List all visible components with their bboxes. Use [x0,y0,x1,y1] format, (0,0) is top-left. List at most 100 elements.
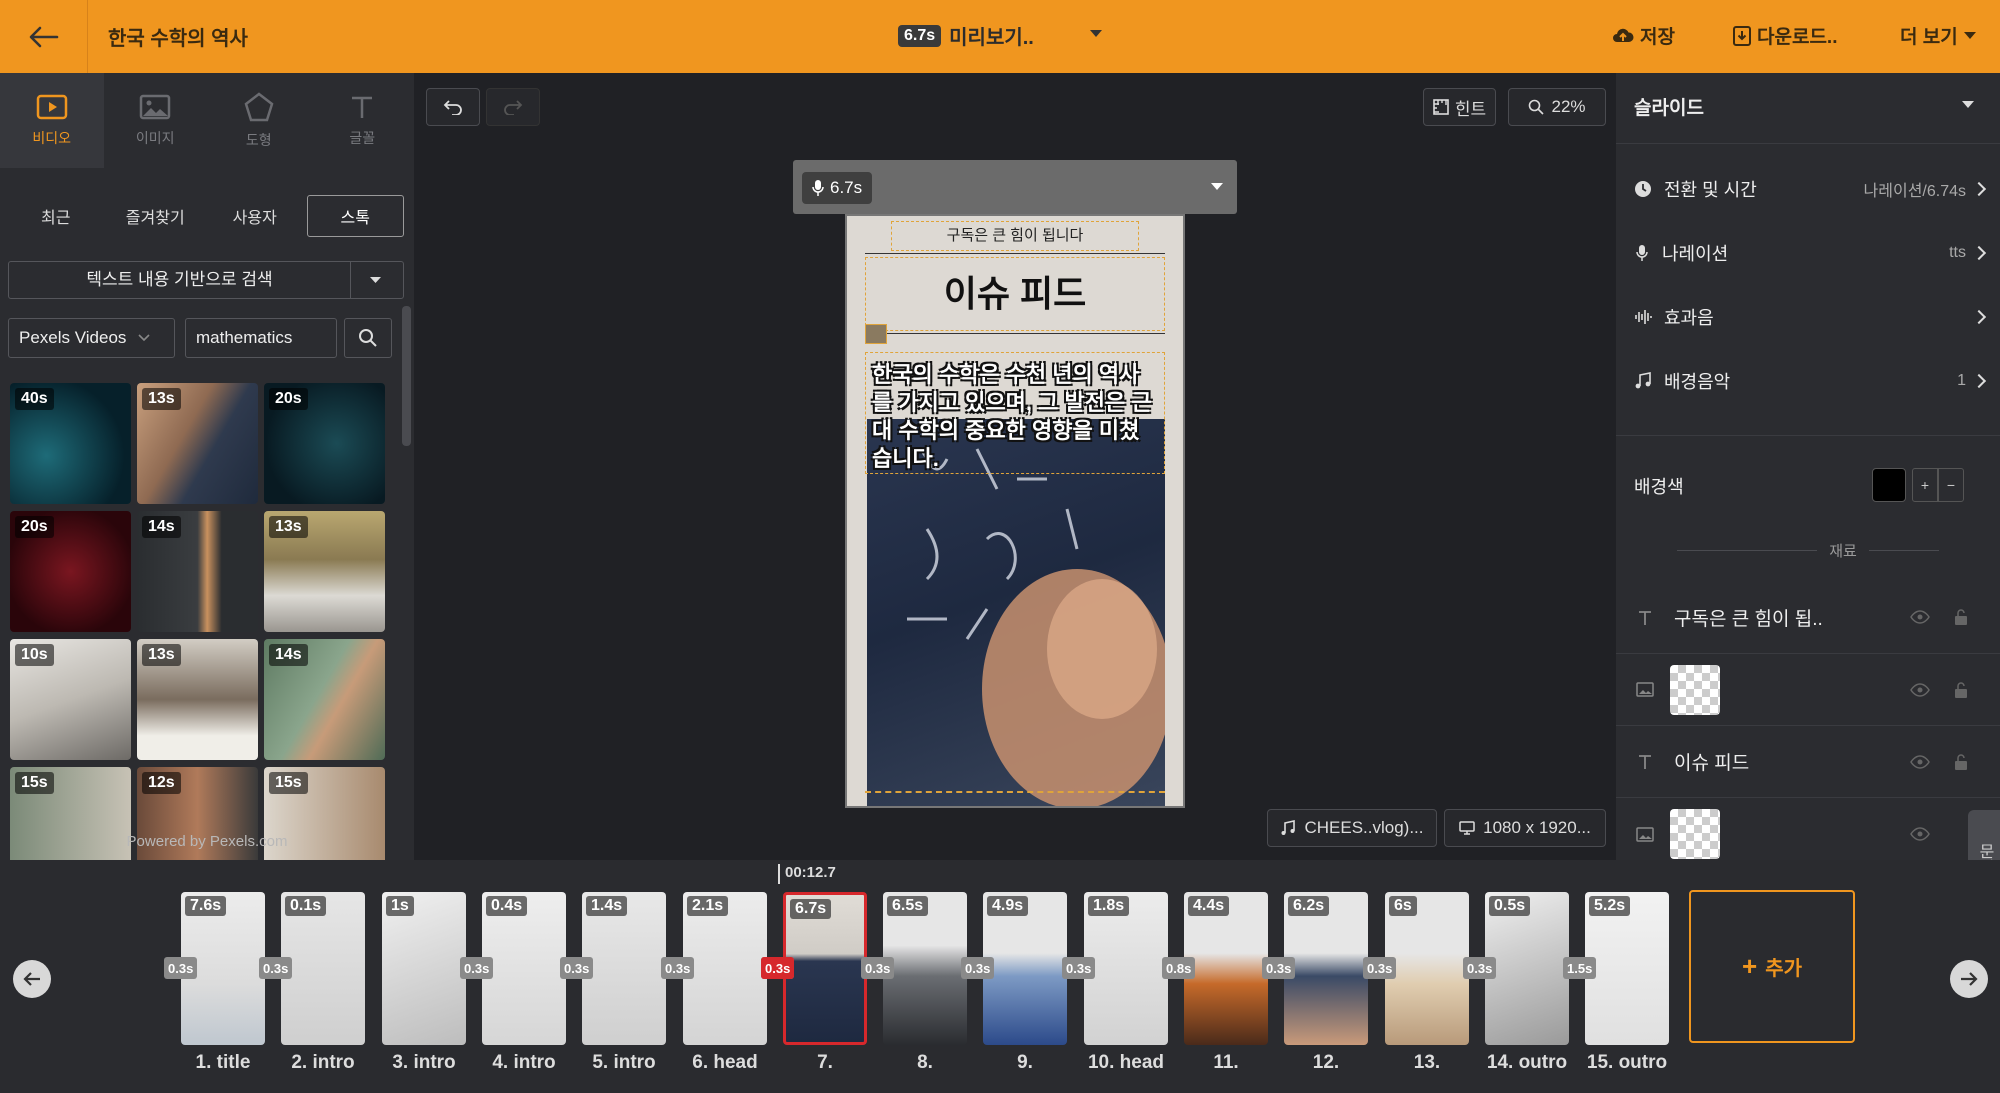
narration-bar[interactable]: 6.7s [793,160,1237,214]
save-label: 저장 [1640,27,1675,48]
tab-text[interactable]: 글꼴 [311,73,415,168]
music-chip[interactable]: CHEES..vlog)... [1267,809,1437,847]
transition-badge[interactable]: 0.3s [1262,957,1296,979]
slide-preview[interactable]: 구독은 큰 힘이 됩니다 이슈 피드 한국의 수학은 수천 년의 역사를 가지고… [845,214,1185,808]
tab-recent[interactable]: 최근 [8,195,104,237]
timeline-clip[interactable]: 6.2s [1284,892,1368,1045]
bg-color-swatch[interactable] [1872,468,1906,502]
video-thumbnail[interactable]: 13s [137,383,258,504]
video-thumbnail[interactable]: 13s [264,511,385,632]
timeline-clip[interactable]: 4.9s [983,892,1067,1045]
layer-item[interactable]: 구독은 큰 힘이 됩.. [1616,582,2000,654]
tab-stock[interactable]: 스톡 [306,195,404,237]
stock-results-grid: 40s 13s 20s 20s 14s 13s 10s 13s 14s 15s … [10,383,386,903]
video-thumbnail[interactable]: 14s [264,639,385,760]
resolution-chip[interactable]: 1080 x 1920... [1444,809,1606,847]
slide-heading[interactable]: 이슈 피드 [865,257,1165,331]
transition-badge[interactable]: 0.3s [1363,957,1397,979]
transition-badge[interactable]: 0.8s [1162,957,1196,979]
redo-button[interactable] [486,88,540,126]
unlock-icon[interactable] [1954,753,1968,771]
selected-transition-badge[interactable]: 0.3s [761,957,795,979]
timeline-clip[interactable]: 0.1s [281,892,365,1045]
timeline-clip[interactable]: 1s [382,892,466,1045]
tab-shape[interactable]: 도형 [207,73,311,168]
timeline-next-button[interactable] [1950,960,1988,998]
video-thumbnail[interactable]: 13s [137,639,258,760]
preview-dropdown-caret-icon[interactable] [1090,30,1102,37]
eye-icon[interactable] [1910,755,1930,769]
transition-time-row[interactable]: 전환 및 시간 나레이션/6.74s [1634,169,1987,209]
back-button[interactable] [0,0,88,73]
powered-by-pexels[interactable]: Powered by Pexels.com [0,833,414,850]
timeline-clip[interactable]: 0.4s [482,892,566,1045]
eye-icon[interactable] [1910,683,1930,697]
add-color-button[interactable]: + [1912,468,1938,502]
tab-favorites[interactable]: 즐겨찾기 [108,195,204,237]
add-slide-button[interactable]: + 추가 [1689,890,1855,1043]
results-scrollbar[interactable] [402,306,411,446]
transition-badge[interactable]: 0.3s [164,957,198,979]
search-mode-select[interactable]: 텍스트 내용 기반으로 검색 [8,261,404,299]
transition-badge[interactable]: 0.3s [1463,957,1497,979]
timeline-prev-button[interactable] [13,960,51,998]
unlock-icon[interactable] [1954,608,1968,626]
tab-shape-label: 도형 [245,131,272,148]
eye-icon[interactable] [1910,827,1930,841]
unlock-icon[interactable] [1954,681,1968,699]
more-button[interactable]: 더 보기 [1900,22,1976,49]
remove-color-button[interactable]: − [1938,468,1964,502]
timeline-clip[interactable]: 5.2s [1585,892,1669,1045]
narration-row[interactable]: 나레이션 tts [1634,233,1987,273]
timeline-clip[interactable]: 4.4s [1184,892,1268,1045]
timeline-clip[interactable]: 6.5s [883,892,967,1045]
playhead[interactable] [778,864,780,884]
search-button[interactable] [344,318,392,358]
video-thumbnail[interactable]: 40s [10,383,131,504]
video-thumbnail[interactable]: 14s [137,511,258,632]
narration-chip[interactable]: 6.7s [802,172,873,204]
preview-button[interactable]: 6.7s 미리보기.. [898,21,1034,50]
video-thumbnail[interactable]: 20s [264,383,385,504]
download-button[interactable]: 다운로드.. [1733,22,1837,49]
transition-badge[interactable]: 0.3s [460,957,494,979]
tab-video[interactable]: 비디오 [0,73,104,168]
transition-badge[interactable]: 0.3s [1062,957,1096,979]
project-title[interactable]: 한국 수학의 역사 [108,22,248,51]
eye-icon[interactable] [1910,610,1930,624]
timeline-clip[interactable]: 2.1s [683,892,767,1045]
slide-body-text[interactable]: 한국의 수학은 수천 년의 역사를 가지고 있으며, 그 발전은 근대 수학의 … [865,352,1165,474]
video-thumbnail[interactable]: 20s [10,511,131,632]
tab-image[interactable]: 이미지 [104,73,208,168]
hint-button[interactable]: 힌트 [1423,88,1496,126]
transition-badge[interactable]: 1.5s [1563,957,1597,979]
transition-badge[interactable]: 0.3s [259,957,293,979]
undo-button[interactable] [426,88,480,126]
transition-badge[interactable]: 0.3s [661,957,695,979]
chalkboard-video-layer[interactable] [867,419,1172,806]
playhead-time: 00:12.7 [785,864,836,881]
timeline-clip[interactable]: 1.4s [582,892,666,1045]
layer-item[interactable] [1616,654,2000,726]
save-button[interactable]: 저장 [1612,22,1675,49]
timeline-clip[interactable]: 0.5s [1485,892,1569,1045]
preview-duration-badge: 6.7s [898,24,942,47]
search-input[interactable]: mathematics [185,318,337,358]
caret-down-icon[interactable] [1962,101,1974,109]
timeline-clip[interactable]: 6.7s [783,892,867,1045]
transition-badge[interactable]: 0.3s [961,957,995,979]
provider-select[interactable]: Pexels Videos [8,318,175,358]
resize-handle-icon[interactable] [865,324,887,344]
subscribe-text[interactable]: 구독은 큰 힘이 됩니다 [891,221,1139,251]
layer-item[interactable]: 이슈 피드 [1616,726,2000,798]
section-title[interactable]: 슬라이드 [1634,93,1704,120]
timeline-clip[interactable]: 1.8s [1084,892,1168,1045]
background-music-row[interactable]: 배경음악 1 [1634,361,1987,401]
video-thumbnail[interactable]: 10s [10,639,131,760]
sound-effect-row[interactable]: 효과음 [1634,297,1987,337]
transition-badge[interactable]: 0.3s [861,957,895,979]
timeline-clip[interactable]: 6s [1385,892,1469,1045]
zoom-button[interactable]: 22% [1508,88,1606,126]
transition-badge[interactable]: 0.3s [560,957,594,979]
tab-user[interactable]: 사용자 [207,195,303,237]
